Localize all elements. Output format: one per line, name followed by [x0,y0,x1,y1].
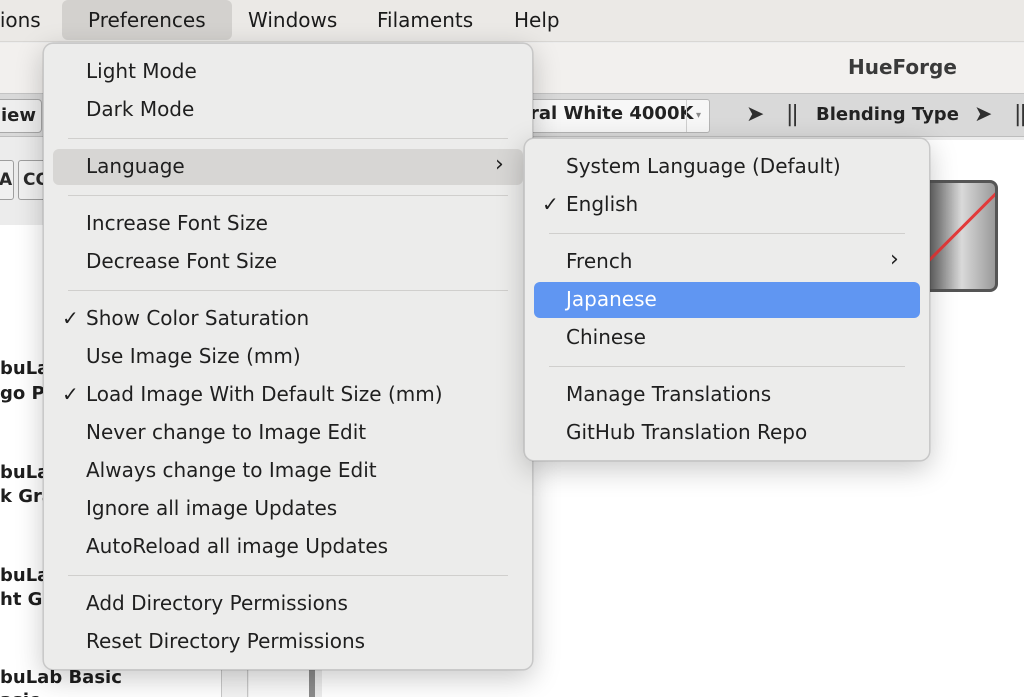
dropdown-arrow-icon[interactable]: ▾ [686,100,710,132]
checkmark-icon: ✓ [62,382,79,406]
blending-type-label: Blending Type [816,104,959,125]
menu-item-label: Add Directory Permissions [86,591,348,615]
filament-name[interactable]: buLa [0,565,49,586]
menu-item-label: Dark Mode [86,97,195,121]
menu-item-label: Chinese [566,325,646,349]
menubar-preferences[interactable]: Preferences [62,0,232,40]
menu-item-load-image-default-size[interactable]: ✓ Load Image With Default Size (mm) [53,377,523,413]
menu-item-never-change-image-edit[interactable]: Never change to Image Edit [53,415,523,451]
menu-item-label: Use Image Size (mm) [86,344,301,368]
app-title: HueForge [848,55,957,79]
color-preview-swatch[interactable] [918,180,998,292]
menu-item-label: AutoReload all image Updates [86,534,389,558]
language-submenu: System Language (Default) ✓ English Fren… [524,138,930,461]
preferences-menu: Light Mode Dark Mode Language › Increase… [43,43,533,670]
menu-item-label: Language [86,154,185,178]
menu-item-always-change-image-edit[interactable]: Always change to Image Edit [53,453,523,489]
menu-item-label: System Language (Default) [566,154,841,178]
tab-a[interactable]: A [0,160,14,200]
filament-name[interactable]: buLa [0,462,49,483]
menu-item-add-directory-permissions[interactable]: Add Directory Permissions [53,586,523,622]
menu-item-system-language[interactable]: System Language (Default) [534,149,920,185]
menu-item-reset-directory-permissions[interactable]: Reset Directory Permissions [53,624,523,660]
menubar-windows[interactable]: Windows [248,0,337,42]
toolbar-separator: || [1014,102,1024,127]
checkmark-icon: ✓ [542,192,559,216]
menu-item-label: Decrease Font Size [86,249,278,273]
preview-slash-line [921,183,995,270]
menu-item-english[interactable]: ✓ English [534,187,920,223]
menu-separator [549,233,905,234]
menu-item-label: Manage Translations [566,382,772,406]
menubar-help[interactable]: Help [514,0,560,42]
filament-name[interactable]: asic [0,690,40,697]
menu-separator [68,290,508,291]
toolbar-separator: || [786,102,799,127]
menu-item-label: Increase Font Size [86,211,268,235]
menu-item-label: Light Mode [86,59,197,83]
menu-item-manage-translations[interactable]: Manage Translations [534,377,920,413]
menu-separator [68,138,508,139]
checkmark-icon: ✓ [62,306,79,330]
menu-item-french[interactable]: French › [534,244,920,280]
chevron-right-icon: › [890,247,899,272]
chevron-right-icon: › [495,152,504,177]
filament-name[interactable]: buLab Basic [0,667,122,688]
forward-arrow-icon[interactable]: ➤ [974,102,992,127]
menu-separator [549,366,905,367]
menu-item-label: Ignore all image Updates [86,496,338,520]
menu-item-label: Japanese [566,287,657,311]
menu-item-language[interactable]: Language › [53,149,523,185]
view-button[interactable]: iew [0,99,42,133]
menu-item-light-mode[interactable]: Light Mode [53,54,523,90]
menu-item-label: Show Color Saturation [86,306,310,330]
menu-item-use-image-size[interactable]: Use Image Size (mm) [53,339,523,375]
menu-item-label: Reset Directory Permissions [86,629,366,653]
menu-item-github-translation-repo[interactable]: GitHub Translation Repo [534,415,920,451]
menu-item-japanese[interactable]: Japanese [534,282,920,318]
menu-item-decrease-font[interactable]: Decrease Font Size [53,244,523,280]
menu-item-autoreload-image-updates[interactable]: AutoReload all image Updates [53,529,523,565]
forward-arrow-icon[interactable]: ➤ [746,102,764,127]
menu-item-chinese[interactable]: Chinese [534,320,920,356]
filament-name[interactable]: buLa [0,358,49,379]
menu-item-label: GitHub Translation Repo [566,420,808,444]
menubar-options[interactable]: tions [0,0,41,42]
menu-separator [68,575,508,576]
menu-item-increase-font[interactable]: Increase Font Size [53,206,523,242]
menu-separator [68,195,508,196]
menu-item-show-color-saturation[interactable]: ✓ Show Color Saturation [53,301,523,337]
light-source-value: ral White 4000K [530,103,694,124]
menu-item-label: Always change to Image Edit [86,458,377,482]
menu-bar: tions Preferences Windows Filaments Help [0,0,1024,42]
menu-item-ignore-image-updates[interactable]: Ignore all image Updates [53,491,523,527]
menu-item-label: French [566,249,633,273]
menu-item-dark-mode[interactable]: Dark Mode [53,92,523,128]
menu-item-label: Never change to Image Edit [86,420,367,444]
menu-item-label: English [566,192,639,216]
menubar-filaments[interactable]: Filaments [377,0,473,42]
menu-item-label: Load Image With Default Size (mm) [86,382,443,406]
